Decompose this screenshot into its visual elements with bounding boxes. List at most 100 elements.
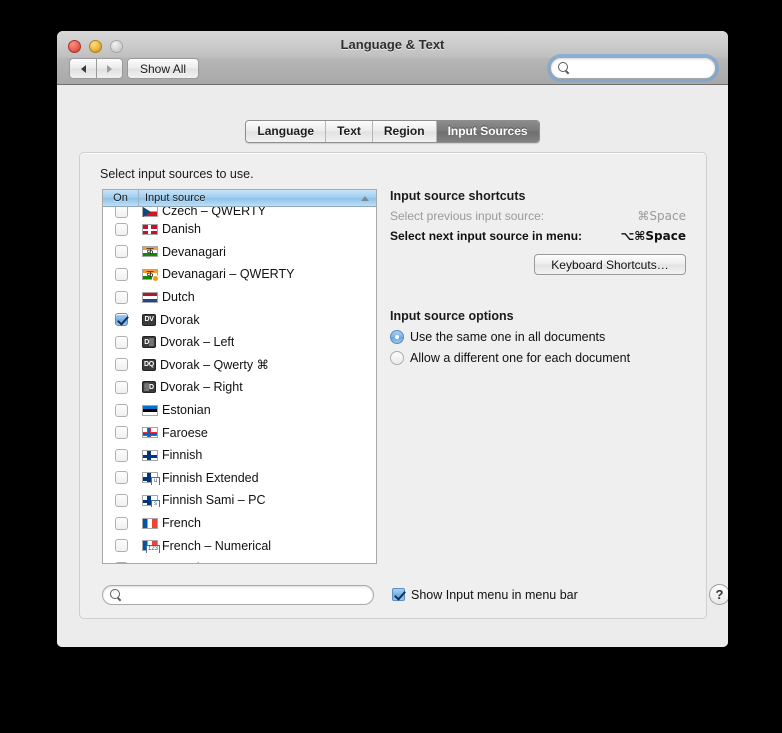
row-checkbox-cell[interactable] (103, 207, 139, 218)
right-column: Input source shortcuts Select previous i… (390, 189, 686, 365)
table-row[interactable]: DV Dvorak (103, 308, 376, 331)
input-source-checkbox[interactable] (114, 426, 128, 440)
input-source-checkbox[interactable] (114, 493, 128, 507)
show-input-menu-row[interactable]: Show Input menu in menu bar (392, 588, 578, 602)
row-source-cell[interactable]: Finnish (139, 448, 202, 462)
table-row[interactable]: Georgian – QWERTY (103, 557, 376, 563)
row-checkbox-cell[interactable] (103, 290, 139, 304)
input-source-checkbox[interactable] (114, 403, 128, 417)
table-row[interactable]: French (103, 512, 376, 535)
row-checkbox-cell[interactable] (103, 426, 139, 440)
radio-different-each-document[interactable] (390, 351, 404, 365)
toolbar-search-field[interactable]: × (550, 57, 728, 79)
input-source-checkbox[interactable] (114, 471, 128, 485)
row-source-cell[interactable]: s Finnish Sami – PC (139, 493, 266, 508)
variant-badge-icon (152, 274, 159, 282)
window-titlebar[interactable]: Language & Text Show All × (57, 31, 728, 85)
input-source-checkbox[interactable] (114, 516, 128, 530)
options-heading: Input source options (390, 309, 514, 323)
input-source-list[interactable]: On Input source Czech – QWERTY Danish क Dev… (102, 189, 377, 564)
search-input[interactable] (574, 59, 728, 77)
row-checkbox-cell[interactable] (103, 493, 139, 507)
tab-input-sources[interactable]: Input Sources (436, 121, 539, 142)
input-source-checkbox[interactable] (114, 358, 128, 372)
radio-row-different-each-document[interactable]: Allow a different one for each document (390, 351, 686, 365)
row-source-cell[interactable]: Czech – QWERTY (139, 207, 266, 218)
input-source-checkbox[interactable] (114, 335, 128, 349)
radio-same-all-documents[interactable] (390, 330, 404, 344)
table-row[interactable]: s Finnish Sami – PC (103, 489, 376, 512)
input-source-checkbox[interactable] (114, 267, 128, 281)
row-source-cell[interactable]: क Devanagari – QWERTY (139, 267, 294, 282)
table-row[interactable]: क Devanagari – QWERTY (103, 263, 376, 286)
row-source-cell[interactable]: Dutch (139, 290, 195, 304)
row-checkbox-cell[interactable] (103, 448, 139, 462)
input-source-checkbox[interactable] (114, 448, 128, 462)
row-checkbox-cell[interactable] (103, 335, 139, 349)
row-source-cell[interactable]: u Finnish Extended (139, 471, 259, 485)
row-source-cell[interactable]: D▒ Dvorak – Left (139, 335, 234, 349)
table-row[interactable]: DQ Dvorak – Qwerty ⌘ (103, 354, 376, 377)
table-row[interactable]: u Finnish Extended (103, 467, 376, 490)
row-source-cell[interactable]: French (139, 516, 201, 530)
list-search-field[interactable] (102, 584, 374, 605)
show-input-menu-checkbox[interactable] (392, 588, 405, 601)
table-row[interactable]: D▒ Dvorak – Left (103, 331, 376, 354)
table-row[interactable]: Finnish (103, 444, 376, 467)
table-row[interactable]: Danish (103, 218, 376, 241)
row-checkbox-cell[interactable] (103, 380, 139, 394)
row-checkbox-cell[interactable] (103, 561, 139, 563)
input-source-checkbox[interactable] (114, 290, 128, 304)
column-header-input-source[interactable]: Input source (139, 190, 376, 206)
input-source-checkbox[interactable] (114, 207, 128, 218)
radio-row-same-all-documents[interactable]: Use the same one in all documents (390, 330, 686, 344)
variant-badge-icon: u (151, 477, 160, 485)
row-source-cell[interactable]: ▒D Dvorak – Right (139, 380, 243, 394)
row-checkbox-cell[interactable] (103, 539, 139, 553)
show-all-button[interactable]: Show All (127, 58, 200, 79)
row-checkbox-cell[interactable] (103, 358, 139, 372)
table-row[interactable]: क Devanagari (103, 241, 376, 264)
keyboard-shortcuts-button[interactable]: Keyboard Shortcuts… (534, 254, 686, 275)
input-source-checkbox[interactable] (114, 380, 128, 394)
row-checkbox-cell[interactable] (103, 471, 139, 485)
help-button[interactable]: ? (709, 584, 728, 605)
input-source-checkbox[interactable] (114, 539, 128, 553)
row-source-cell[interactable]: 123 French – Numerical (139, 539, 271, 553)
table-row[interactable]: 123 French – Numerical (103, 534, 376, 557)
column-header-on[interactable]: On (103, 190, 139, 206)
input-source-checkbox[interactable] (114, 245, 128, 259)
row-checkbox-cell[interactable] (103, 516, 139, 530)
list-search-input[interactable] (123, 585, 373, 604)
row-checkbox-cell[interactable] (103, 403, 139, 417)
input-source-checkbox[interactable] (114, 222, 128, 236)
row-source-cell[interactable]: Georgian – QWERTY (139, 561, 282, 563)
input-source-checkbox[interactable] (114, 313, 128, 327)
tab-region[interactable]: Region (372, 121, 437, 142)
table-row[interactable]: Estonian (103, 399, 376, 422)
row-source-cell[interactable]: Estonian (139, 403, 211, 417)
row-source-cell[interactable]: Danish (139, 222, 201, 236)
back-button[interactable] (69, 58, 96, 79)
row-checkbox-cell[interactable] (103, 267, 139, 281)
input-source-label: Dvorak – Left (160, 335, 235, 350)
chevron-right-icon (107, 64, 112, 73)
tab-language[interactable]: Language (246, 121, 327, 142)
row-checkbox-cell[interactable] (103, 313, 139, 327)
row-checkbox-cell[interactable] (103, 222, 139, 236)
row-source-cell[interactable]: क Devanagari (139, 245, 226, 259)
keyboard-layout-icon: D▒ (142, 336, 156, 349)
table-row[interactable]: Czech – QWERTY (103, 207, 376, 218)
table-row[interactable]: Dutch (103, 286, 376, 309)
tab-text[interactable]: Text (326, 121, 373, 142)
table-row[interactable]: ▒D Dvorak – Right (103, 376, 376, 399)
table-row[interactable]: Faroese (103, 421, 376, 444)
row-source-cell[interactable]: DV Dvorak (139, 313, 200, 327)
keyboard-layout-icon: DV (142, 313, 156, 326)
row-source-cell[interactable]: DQ Dvorak – Qwerty ⌘ (139, 357, 269, 372)
row-checkbox-cell[interactable] (103, 245, 139, 259)
row-source-cell[interactable]: Faroese (139, 426, 208, 440)
variant-badge-icon: s (151, 499, 160, 508)
input-source-label: Dvorak – Right (160, 380, 243, 395)
input-source-checkbox[interactable] (114, 561, 128, 563)
